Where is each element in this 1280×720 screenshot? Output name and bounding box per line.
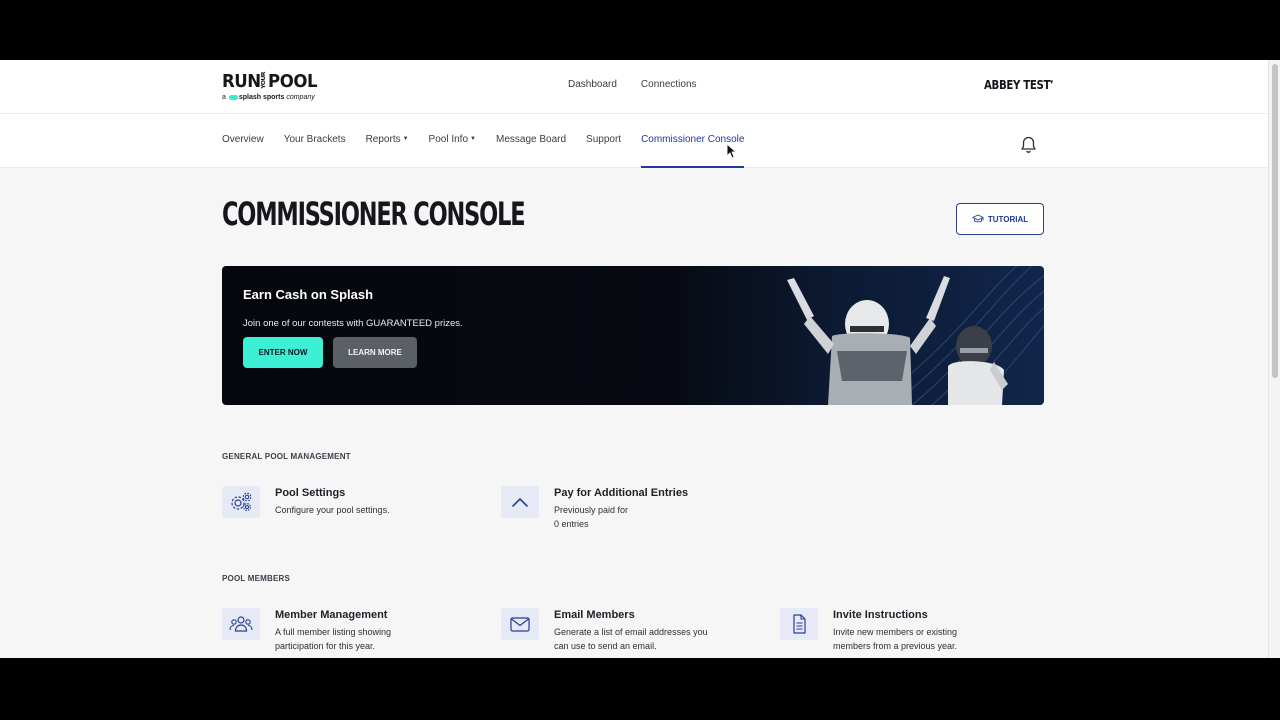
- banner-text: Join one of our contests with GUARANTEED…: [243, 318, 463, 329]
- caret-down-icon: ▼: [402, 136, 409, 143]
- card-title: Pay for Additional Entries: [554, 487, 689, 499]
- card-pay-additional-entries[interactable]: Pay for Additional Entries Previously pa…: [501, 486, 751, 546]
- enter-now-button[interactable]: ENTER NOW: [243, 337, 323, 368]
- logo-pool-text: POOL: [268, 71, 318, 92]
- bell-icon[interactable]: [1020, 136, 1037, 154]
- runyourpool-logo[interactable]: RUNYOURPOOL a splash sports company: [222, 72, 332, 102]
- scrollbar[interactable]: [1268, 60, 1280, 658]
- gears-icon: [231, 492, 252, 511]
- card-title: Member Management: [275, 609, 388, 621]
- caret-down-icon: ▼: [470, 136, 476, 143]
- tab-your-brackets[interactable]: Your Brackets: [284, 134, 346, 168]
- tab-support[interactable]: Support: [586, 134, 621, 168]
- card-invite-instructions[interactable]: Invite Instructions Invite new members o…: [780, 608, 1030, 658]
- users-icon: [229, 616, 253, 632]
- tab-overview[interactable]: Overview: [222, 134, 264, 168]
- top-nav: Dashboard Connections: [568, 79, 697, 90]
- nav-connections[interactable]: Connections: [641, 79, 697, 90]
- tab-message-board[interactable]: Message Board: [496, 134, 566, 168]
- logo-subtitle: a splash sports company: [222, 94, 315, 101]
- logo-run-text: RUN: [222, 71, 261, 92]
- card-title: Pool Settings: [275, 487, 346, 499]
- envelope-icon: [510, 617, 530, 632]
- graduation-cap-icon: [972, 214, 984, 223]
- card-member-management[interactable]: Member Management A full member listing …: [222, 608, 472, 658]
- user-menu[interactable]: ABBEY TEST▾: [984, 78, 1053, 92]
- card-description: Configure your pool settings.: [275, 505, 390, 515]
- user-name: ABBEY TEST: [984, 78, 1051, 92]
- page-title: COMMISSIONER CONSOLE: [222, 195, 526, 233]
- section-label-members: POOL MEMBERS: [222, 574, 291, 583]
- card-description: Previously paid for 0 entries: [554, 505, 629, 529]
- caret-down-icon: ▾: [1050, 78, 1053, 86]
- tab-pool-info[interactable]: Pool Info ▼: [429, 134, 476, 168]
- logo-your-text: YOUR: [260, 72, 268, 89]
- mouse-cursor-icon: [726, 143, 736, 159]
- card-pool-settings[interactable]: Pool Settings Configure your pool settin…: [222, 486, 472, 546]
- splash-logo-icon: [228, 94, 238, 100]
- card-email-members[interactable]: Email Members Generate a list of email a…: [501, 608, 751, 658]
- tutorial-button[interactable]: TUTORIAL: [956, 203, 1044, 235]
- section-label-general: GENERAL POOL MANAGEMENT: [222, 452, 351, 461]
- top-bar: RUNYOURPOOL a splash sports company Dash…: [0, 60, 1268, 114]
- browser-viewport: RUNYOURPOOL a splash sports company Dash…: [0, 60, 1280, 658]
- card-description: Invite new members or existing members f…: [833, 627, 958, 651]
- card-description: Generate a list of email addresses you c…: [554, 627, 708, 651]
- scrollbar-thumb[interactable]: [1272, 64, 1278, 378]
- card-description: A full member listing showing participat…: [275, 627, 392, 651]
- tab-reports[interactable]: Reports ▼: [366, 134, 409, 168]
- football-players-image: [787, 266, 1044, 405]
- learn-more-button[interactable]: LEARN MORE: [333, 337, 417, 368]
- nav-dashboard[interactable]: Dashboard: [568, 79, 617, 90]
- pool-nav: Overview Your Brackets Reports ▼ Pool Inf…: [0, 114, 1268, 168]
- splash-promo-banner: Earn Cash on Splash Join one of our cont…: [222, 266, 1044, 405]
- banner-title: Earn Cash on Splash: [243, 287, 374, 302]
- chevron-up-icon: [512, 498, 528, 507]
- document-icon: [793, 614, 806, 634]
- card-title: Email Members: [554, 609, 635, 621]
- card-title: Invite Instructions: [833, 609, 928, 621]
